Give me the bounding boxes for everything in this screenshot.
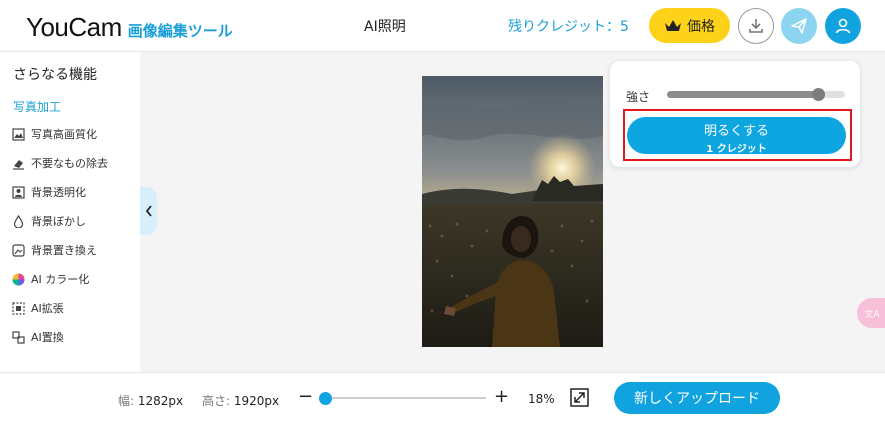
enhance-icon — [11, 127, 25, 141]
logo-text: YouCam — [26, 12, 122, 42]
sidebar-item-label: 不要なもの除去 — [31, 157, 108, 170]
strength-slider-thumb[interactable] — [812, 88, 826, 101]
edited-photo — [422, 76, 603, 347]
bottom-toolbar: 幅: 1282px 高さ: 1920px − + 18% 新しくアップロード — [0, 372, 885, 424]
color-wheel-icon — [11, 272, 25, 286]
swap-icon — [11, 330, 25, 344]
sidebar-item-ai-replace[interactable]: AI置換 — [11, 326, 64, 348]
image-height-label: 高さ: — [202, 394, 231, 408]
sidebar-item-ai-colorize[interactable]: AI カラー化 — [11, 268, 89, 290]
fit-to-screen-icon[interactable] — [570, 388, 589, 407]
sidebar-item-object-removal[interactable]: 不要なもの除去 — [11, 152, 108, 174]
pricing-label: 価格 — [687, 18, 715, 35]
translate-button[interactable]: 文A — [857, 298, 885, 328]
replace-bg-icon — [11, 243, 25, 257]
upload-new-button[interactable]: 新しくアップロード — [614, 382, 780, 414]
remaining-credits: 残りクレジット：5 — [508, 19, 629, 35]
page-title: AI照明 — [364, 19, 406, 35]
sidebar-item-label: AI拡張 — [31, 302, 64, 315]
transparent-bg-icon — [11, 185, 25, 199]
image-height-value: 1920px — [233, 394, 280, 408]
chevron-left-icon — [145, 205, 152, 217]
sidebar-section-photo-editing[interactable]: 写真加工 — [13, 98, 61, 115]
zoom-slider-thumb[interactable] — [319, 392, 332, 405]
user-icon — [835, 18, 851, 34]
expand-icon — [11, 301, 25, 315]
sidebar-item-label: 背景ぼかし — [31, 215, 86, 228]
sidebar-item-label: AI カラー化 — [31, 273, 90, 286]
sidebar-item-label: AI置換 — [31, 331, 64, 344]
sidebar-item-ai-expand[interactable]: AI拡張 — [11, 297, 64, 319]
strength-label: 強さ — [626, 90, 651, 104]
strength-slider-fill — [667, 91, 819, 98]
download-icon — [749, 19, 763, 33]
sidebar: さらなる機能 写真加工 写真高画質化 不要なもの除去 背景透明化 背景ぼかし 背… — [0, 52, 140, 372]
download-button[interactable] — [738, 8, 774, 44]
share-button[interactable] — [781, 8, 817, 44]
sidebar-item-bg-blur[interactable]: 背景ぼかし — [11, 210, 86, 232]
zoom-in-button[interactable]: + — [494, 386, 509, 407]
send-icon — [791, 18, 807, 34]
zoom-percent: 18% — [528, 392, 555, 406]
pricing-button[interactable]: 価格 — [649, 8, 730, 43]
brighten-button[interactable]: 明るくする 1 クレジット — [627, 117, 846, 155]
crown-icon — [665, 19, 681, 31]
account-button[interactable] — [825, 8, 861, 44]
logo[interactable]: YouCam 画像編集ツール — [26, 12, 233, 43]
image-height: 高さ: 1920px — [202, 392, 279, 409]
logo-subtitle: 画像編集ツール — [127, 22, 233, 40]
image-width: 幅: 1282px — [118, 392, 183, 409]
sidebar-collapse-toggle[interactable] — [140, 187, 157, 235]
zoom-slider[interactable] — [325, 397, 486, 399]
translate-icon: 文A — [864, 309, 880, 320]
strength-slider[interactable] — [667, 88, 845, 101]
zoom-out-button[interactable]: − — [298, 386, 313, 407]
sidebar-item-label: 写真高画質化 — [31, 128, 97, 141]
brighten-button-label: 明るくする — [703, 124, 769, 139]
sidebar-title: さらなる機能 — [13, 67, 97, 83]
brighten-button-cost: 1 クレジット — [706, 144, 767, 155]
eraser-icon — [11, 156, 25, 170]
image-width-label: 幅: — [118, 394, 135, 408]
top-bar: YouCam 画像編集ツール AI照明 残りクレジット：5 価格 — [0, 0, 885, 52]
sidebar-item-label: 背景透明化 — [31, 186, 86, 199]
lighting-panel: 強さ 明るくする 1 クレジット — [610, 61, 860, 167]
blur-drop-icon — [11, 214, 25, 228]
sidebar-item-transparent-bg[interactable]: 背景透明化 — [11, 181, 86, 203]
sidebar-item-enhance[interactable]: 写真高画質化 — [11, 123, 97, 145]
image-width-value: 1282px — [137, 394, 184, 408]
sidebar-item-bg-replace[interactable]: 背景置き換え — [11, 239, 97, 261]
sidebar-item-label: 背景置き換え — [31, 244, 97, 257]
